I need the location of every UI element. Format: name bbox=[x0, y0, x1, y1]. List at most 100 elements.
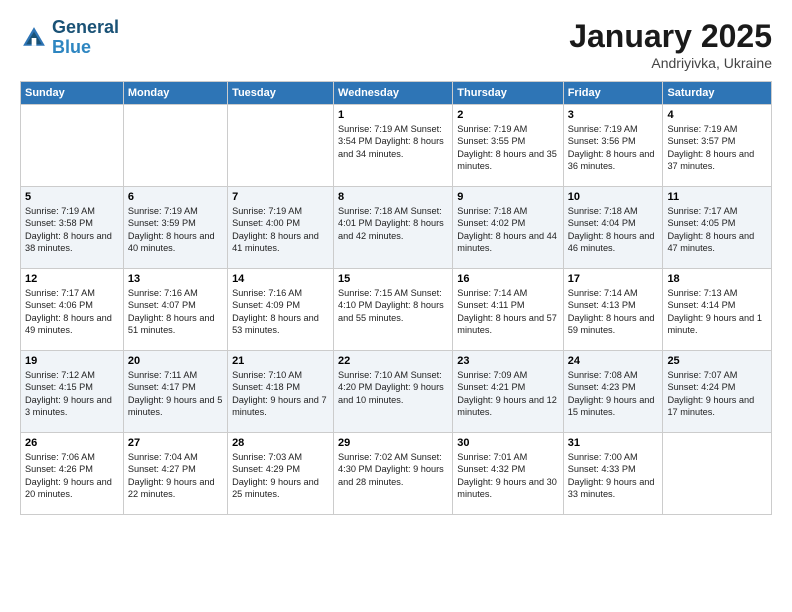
cell-w1-d4: 9 Sunrise: 7:18 AM Sunset: 4:02 PM Daylig… bbox=[453, 187, 563, 269]
cell-w3-d4: 23Sunrise: 7:09 AM Sunset: 4:21 PM Dayli… bbox=[453, 351, 563, 433]
cell-w1-d1: 6 Sunrise: 7:19 AM Sunset: 3:59 PM Daylig… bbox=[123, 187, 227, 269]
cell-content: Sunrise: 7:19 AM Sunset: 4:00 PM Dayligh… bbox=[232, 205, 329, 255]
cell-w2-d1: 13 Sunrise: 7:16 AM Sunset: 4:07 PM Dayli… bbox=[123, 269, 227, 351]
cell-content: Sunrise: 7:19 AM Sunset: 3:54 PM Dayligh… bbox=[338, 123, 448, 160]
cell-content: Sunrise: 7:19 AM Sunset: 3:59 PM Dayligh… bbox=[128, 205, 223, 255]
cell-w3-d5: 24Sunrise: 7:08 AM Sunset: 4:23 PM Dayli… bbox=[563, 351, 663, 433]
logo-text-general: GeneralBlue bbox=[52, 18, 119, 58]
col-wednesday: Wednesday bbox=[334, 82, 453, 105]
cell-content: Sunrise: 7:16 AM Sunset: 4:07 PM Dayligh… bbox=[128, 287, 223, 337]
day-number: 12 bbox=[25, 273, 119, 285]
cell-w1-d0: 5Sunrise: 7:19 AM Sunset: 3:58 PM Daylig… bbox=[21, 187, 124, 269]
cell-content: Sunrise: 7:11 AM Sunset: 4:17 PM Dayligh… bbox=[128, 369, 223, 419]
logo-icon bbox=[20, 24, 48, 52]
day-number: 28 bbox=[232, 437, 329, 449]
day-number: 11 bbox=[667, 191, 767, 203]
day-number: 6 bbox=[128, 191, 223, 203]
day-number: 3 bbox=[568, 109, 659, 121]
cell-w4-d3: 29 Sunrise: 7:02 AM Sunset: 4:30 PM Dayli… bbox=[334, 433, 453, 515]
cell-w0-d5: 3 Sunrise: 7:19 AM Sunset: 3:56 PM Daylig… bbox=[563, 105, 663, 187]
week-row-4: 26 Sunrise: 7:06 AM Sunset: 4:26 PM Dayli… bbox=[21, 433, 772, 515]
cell-content: Sunrise: 7:19 AM Sunset: 3:56 PM Dayligh… bbox=[568, 123, 659, 173]
cell-w1-d5: 10 Sunrise: 7:18 AM Sunset: 4:04 PM Dayli… bbox=[563, 187, 663, 269]
day-number: 14 bbox=[232, 273, 329, 285]
cell-content: Sunrise: 7:04 AM Sunset: 4:27 PM Dayligh… bbox=[128, 451, 223, 501]
day-number: 25 bbox=[667, 355, 767, 367]
col-sunday: Sunday bbox=[21, 82, 124, 105]
cell-w2-d5: 17Sunrise: 7:14 AM Sunset: 4:13 PM Dayli… bbox=[563, 269, 663, 351]
cell-w3-d1: 20Sunrise: 7:11 AM Sunset: 4:17 PM Dayli… bbox=[123, 351, 227, 433]
day-number: 22 bbox=[338, 355, 448, 367]
cell-content: Sunrise: 7:19 AM Sunset: 3:57 PM Dayligh… bbox=[667, 123, 767, 173]
cell-w2-d2: 14 Sunrise: 7:16 AM Sunset: 4:09 PM Dayli… bbox=[228, 269, 334, 351]
main-title: January 2025 bbox=[569, 18, 772, 55]
day-number: 26 bbox=[25, 437, 119, 449]
day-number: 23 bbox=[457, 355, 558, 367]
cell-content: Sunrise: 7:18 AM Sunset: 4:02 PM Dayligh… bbox=[457, 205, 558, 255]
day-number: 8 bbox=[338, 191, 448, 203]
day-number: 10 bbox=[568, 191, 659, 203]
day-number: 13 bbox=[128, 273, 223, 285]
cell-content: Sunrise: 7:16 AM Sunset: 4:09 PM Dayligh… bbox=[232, 287, 329, 337]
day-number: 27 bbox=[128, 437, 223, 449]
cell-w0-d6: 4Sunrise: 7:19 AM Sunset: 3:57 PM Daylig… bbox=[663, 105, 772, 187]
day-number: 24 bbox=[568, 355, 659, 367]
cell-w4-d1: 27 Sunrise: 7:04 AM Sunset: 4:27 PM Dayli… bbox=[123, 433, 227, 515]
cell-content: Sunrise: 7:14 AM Sunset: 4:11 PM Dayligh… bbox=[457, 287, 558, 337]
cell-w2-d6: 18Sunrise: 7:13 AM Sunset: 4:14 PM Dayli… bbox=[663, 269, 772, 351]
day-number: 2 bbox=[457, 109, 558, 121]
cell-content: Sunrise: 7:18 AM Sunset: 4:01 PM Dayligh… bbox=[338, 205, 448, 242]
cell-w0-d2 bbox=[228, 105, 334, 187]
page: GeneralBlue January 2025 Andriyivka, Ukr… bbox=[0, 0, 792, 612]
day-number: 18 bbox=[667, 273, 767, 285]
cell-w2-d0: 12 Sunrise: 7:17 AM Sunset: 4:06 PM Dayli… bbox=[21, 269, 124, 351]
day-number: 17 bbox=[568, 273, 659, 285]
cell-w4-d5: 31Sunrise: 7:00 AM Sunset: 4:33 PM Dayli… bbox=[563, 433, 663, 515]
cell-w1-d3: 8 Sunrise: 7:18 AM Sunset: 4:01 PM Daylig… bbox=[334, 187, 453, 269]
cell-w3-d3: 22 Sunrise: 7:10 AM Sunset: 4:20 PM Dayli… bbox=[334, 351, 453, 433]
cell-w0-d4: 2Sunrise: 7:19 AM Sunset: 3:55 PM Daylig… bbox=[453, 105, 563, 187]
cell-content: Sunrise: 7:02 AM Sunset: 4:30 PM Dayligh… bbox=[338, 451, 448, 488]
cell-content: Sunrise: 7:03 AM Sunset: 4:29 PM Dayligh… bbox=[232, 451, 329, 501]
day-number: 31 bbox=[568, 437, 659, 449]
cell-w0-d3: 1 Sunrise: 7:19 AM Sunset: 3:54 PM Daylig… bbox=[334, 105, 453, 187]
week-row-3: 19Sunrise: 7:12 AM Sunset: 4:15 PM Dayli… bbox=[21, 351, 772, 433]
cell-w3-d6: 25 Sunrise: 7:07 AM Sunset: 4:24 PM Dayli… bbox=[663, 351, 772, 433]
day-number: 29 bbox=[338, 437, 448, 449]
day-number: 21 bbox=[232, 355, 329, 367]
cell-content: Sunrise: 7:15 AM Sunset: 4:10 PM Dayligh… bbox=[338, 287, 448, 324]
week-row-2: 12 Sunrise: 7:17 AM Sunset: 4:06 PM Dayli… bbox=[21, 269, 772, 351]
cell-w4-d2: 28 Sunrise: 7:03 AM Sunset: 4:29 PM Dayli… bbox=[228, 433, 334, 515]
cell-content: Sunrise: 7:07 AM Sunset: 4:24 PM Dayligh… bbox=[667, 369, 767, 419]
logo-blue: Blue bbox=[52, 37, 91, 57]
col-tuesday: Tuesday bbox=[228, 82, 334, 105]
col-saturday: Saturday bbox=[663, 82, 772, 105]
cell-content: Sunrise: 7:10 AM Sunset: 4:20 PM Dayligh… bbox=[338, 369, 448, 406]
calendar-body: 1 Sunrise: 7:19 AM Sunset: 3:54 PM Daylig… bbox=[21, 105, 772, 515]
header: GeneralBlue January 2025 Andriyivka, Ukr… bbox=[20, 18, 772, 71]
day-number: 7 bbox=[232, 191, 329, 203]
day-number: 19 bbox=[25, 355, 119, 367]
day-number: 16 bbox=[457, 273, 558, 285]
day-number: 1 bbox=[338, 109, 448, 121]
cell-content: Sunrise: 7:01 AM Sunset: 4:32 PM Dayligh… bbox=[457, 451, 558, 501]
col-monday: Monday bbox=[123, 82, 227, 105]
cell-w3-d2: 21Sunrise: 7:10 AM Sunset: 4:18 PM Dayli… bbox=[228, 351, 334, 433]
week-row-0: 1 Sunrise: 7:19 AM Sunset: 3:54 PM Daylig… bbox=[21, 105, 772, 187]
calendar-table: Sunday Monday Tuesday Wednesday Thursday… bbox=[20, 81, 772, 515]
cell-w4-d6 bbox=[663, 433, 772, 515]
col-friday: Friday bbox=[563, 82, 663, 105]
cell-w4-d4: 30Sunrise: 7:01 AM Sunset: 4:32 PM Dayli… bbox=[453, 433, 563, 515]
cell-content: Sunrise: 7:18 AM Sunset: 4:04 PM Dayligh… bbox=[568, 205, 659, 255]
cell-w0-d0 bbox=[21, 105, 124, 187]
header-row: Sunday Monday Tuesday Wednesday Thursday… bbox=[21, 82, 772, 105]
cell-content: Sunrise: 7:17 AM Sunset: 4:05 PM Dayligh… bbox=[667, 205, 767, 255]
cell-w2-d3: 15Sunrise: 7:15 AM Sunset: 4:10 PM Dayli… bbox=[334, 269, 453, 351]
title-block: January 2025 Andriyivka, Ukraine bbox=[569, 18, 772, 71]
day-number: 9 bbox=[457, 191, 558, 203]
cell-content: Sunrise: 7:06 AM Sunset: 4:26 PM Dayligh… bbox=[25, 451, 119, 501]
cell-w2-d4: 16 Sunrise: 7:14 AM Sunset: 4:11 PM Dayli… bbox=[453, 269, 563, 351]
cell-w4-d0: 26 Sunrise: 7:06 AM Sunset: 4:26 PM Dayli… bbox=[21, 433, 124, 515]
subtitle: Andriyivka, Ukraine bbox=[569, 55, 772, 71]
cell-content: Sunrise: 7:17 AM Sunset: 4:06 PM Dayligh… bbox=[25, 287, 119, 337]
